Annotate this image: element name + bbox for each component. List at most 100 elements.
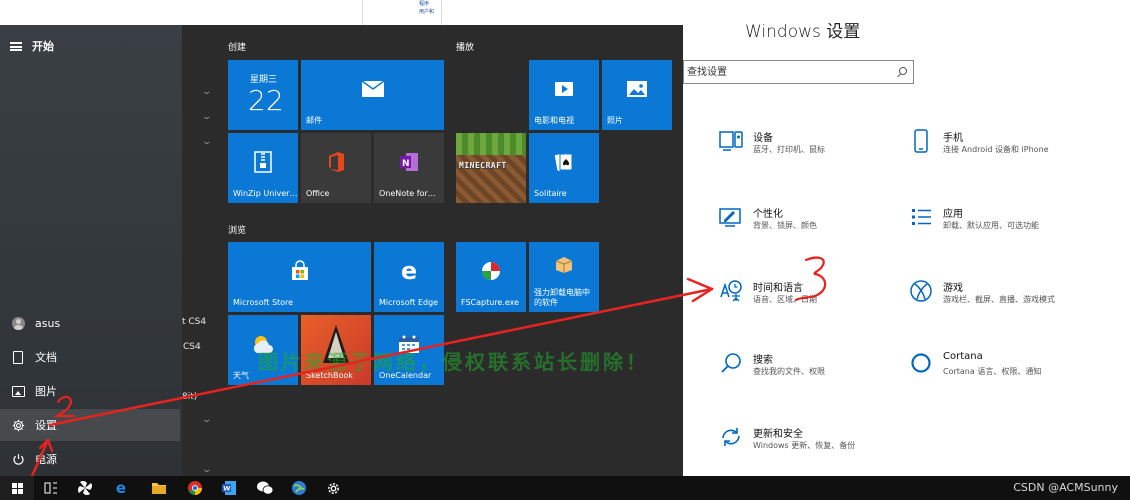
category-title: 游戏 <box>943 283 963 294</box>
search-icon <box>718 350 744 376</box>
tile-label: Solitaire <box>534 189 567 198</box>
settings-search-box[interactable] <box>683 60 914 84</box>
start-header[interactable]: 开始 <box>10 38 54 54</box>
minecraft-grass-art <box>456 133 526 155</box>
rail-item-settings[interactable]: 设置 <box>0 409 180 441</box>
hamburger-menu-icon[interactable] <box>10 41 22 51</box>
chevron-down-icon[interactable]: ⌄ <box>201 137 212 147</box>
tile-solitaire[interactable]: Solitaire <box>529 133 599 203</box>
tile-uninstaller[interactable]: 强力卸载电脑中的软件 <box>529 242 599 312</box>
tile-label: 强力卸载电脑中的软件 <box>534 288 590 307</box>
rail-pictures-label: 图片 <box>35 385 57 398</box>
rail-item-documents[interactable]: 文档 <box>0 341 180 373</box>
word-icon[interactable]: W <box>220 479 238 497</box>
svg-text:N: N <box>402 159 410 169</box>
settings-category-cortana[interactable]: Cortana Cortana 语言、权限、通知 <box>908 350 1108 390</box>
app-list-item[interactable]: 8it) <box>182 392 197 402</box>
tile-microsoft-edge[interactable]: e Microsoft Edge <box>374 242 444 312</box>
category-subtitle: 查找我的文件、权限 <box>753 367 825 376</box>
background-doc-line: 用户和 <box>419 9 435 15</box>
settings-category-devices[interactable]: 设备 蓝牙、打印机、鼠标 <box>718 128 918 168</box>
solitaire-cards-icon <box>553 151 575 173</box>
settings-category-personalization[interactable]: 个性化 背景、锁屏、颜色 <box>718 204 918 244</box>
document-icon <box>11 350 25 364</box>
windows-start-button[interactable] <box>0 476 34 500</box>
gear-icon <box>11 418 25 432</box>
settings-category-gaming[interactable]: 游戏 游戏栏、截屏、直播、游戏模式 <box>908 278 1108 318</box>
gear-icon[interactable] <box>324 479 342 497</box>
apps-icon <box>908 204 934 230</box>
tile-winzip[interactable]: WinZip Univer… <box>228 133 298 203</box>
settings-category-search[interactable]: 搜索 查找我的文件、权限 <box>718 350 918 390</box>
onenote-icon: N <box>398 151 420 173</box>
chevron-down-icon[interactable]: ⌄ <box>201 87 212 97</box>
winzip-icon <box>253 151 273 174</box>
task-view-icon[interactable] <box>42 479 60 497</box>
tile-mail[interactable]: 邮件 <box>301 60 444 130</box>
category-title: 时间和语言 <box>753 283 803 294</box>
wechat-icon[interactable] <box>256 479 274 497</box>
chevron-down-icon[interactable]: ⌄ <box>201 415 212 425</box>
rail-item-power[interactable]: 电源 <box>0 443 180 475</box>
photos-icon <box>626 80 648 98</box>
update-security-icon <box>718 424 744 450</box>
mail-icon <box>361 80 385 98</box>
background-document: 程序 用户和 <box>362 0 442 25</box>
chevron-down-icon[interactable]: ⌄ <box>201 112 212 122</box>
settings-category-apps[interactable]: 应用 卸载、默认应用、可选功能 <box>908 204 1108 244</box>
tile-label: FSCapture.exe <box>461 298 520 307</box>
tile-group-browse[interactable]: 浏览 <box>228 223 246 236</box>
rail-user-label: asus <box>35 316 61 330</box>
settings-category-phone[interactable]: 手机 连接 Android 设备和 iPhone <box>908 128 1108 168</box>
tile-label: WinZip Univer… <box>233 189 298 198</box>
watermark-text: 图片来源于网络，侵权联系站长删除！ <box>258 350 649 374</box>
settings-title: Windows 设置 <box>745 22 861 42</box>
tile-office[interactable]: Office <box>301 133 371 203</box>
pinwheel-app-icon[interactable] <box>76 479 94 497</box>
tile-fscapture[interactable]: FSCapture.exe <box>456 242 526 312</box>
store-bag-icon <box>289 260 311 282</box>
network-globe-icon[interactable] <box>290 479 308 497</box>
tile-label: Office <box>306 189 330 198</box>
chrome-icon[interactable] <box>186 479 204 497</box>
category-subtitle: 游戏栏、截屏、直播、游戏模式 <box>943 295 1055 304</box>
settings-search-input[interactable] <box>687 64 887 80</box>
power-icon <box>11 452 25 466</box>
tile-group-create[interactable]: 创建 <box>228 40 246 53</box>
tile-minecraft[interactable]: MINECRAFT <box>456 133 526 203</box>
category-title: 搜索 <box>753 355 773 366</box>
tile-onenote[interactable]: N OneNote for… <box>374 133 444 203</box>
chevron-down-icon[interactable]: ⌄ <box>201 465 212 475</box>
settings-category-update-security[interactable]: 更新和安全 Windows 更新、恢复、备份 <box>718 424 918 464</box>
category-title: 更新和安全 <box>753 429 803 440</box>
tile-microsoft-store[interactable]: Microsoft Store <box>228 242 371 312</box>
avatar-icon <box>11 316 25 330</box>
file-explorer-icon[interactable] <box>150 479 168 497</box>
app-list-item[interactable]: t CS4 <box>182 317 206 327</box>
internet-explorer-icon[interactable]: e <box>112 479 130 497</box>
category-subtitle: Cortana 语言、权限、通知 <box>943 367 1042 376</box>
category-title: 手机 <box>943 133 963 144</box>
office-icon <box>326 151 346 173</box>
background-doc-line: 程序 <box>419 1 430 7</box>
search-magnifier-icon[interactable] <box>899 67 907 75</box>
rail-item-pictures[interactable]: 图片 <box>0 375 180 407</box>
tile-photos[interactable]: 照片 <box>602 60 672 130</box>
app-list-item[interactable]: CS4 <box>183 342 201 352</box>
start-rail: 开始 asus 文档 图片 设置 电源 <box>0 25 182 476</box>
tile-group-play[interactable]: 播放 <box>456 40 474 53</box>
xbox-gaming-icon <box>908 278 934 304</box>
category-subtitle: 背景、锁屏、颜色 <box>753 221 817 230</box>
tile-movies-tv[interactable]: 电影和电视 <box>529 60 599 130</box>
windows-logo-icon <box>11 482 23 494</box>
rail-item-user[interactable]: asus <box>0 307 180 339</box>
personalization-icon <box>718 204 744 230</box>
csdn-watermark: CSDN @ACMSunny <box>1013 481 1118 494</box>
settings-category-time-language[interactable]: 时间和语言 语音、区域、日期 <box>718 278 918 318</box>
tile-calendar[interactable]: 星期三 22 <box>228 60 298 130</box>
time-language-icon <box>718 278 744 304</box>
category-subtitle: Windows 更新、恢复、备份 <box>753 441 856 450</box>
tile-label: OneNote for… <box>379 189 436 198</box>
pictures-icon <box>11 384 25 398</box>
category-title: Cortana <box>943 351 983 362</box>
